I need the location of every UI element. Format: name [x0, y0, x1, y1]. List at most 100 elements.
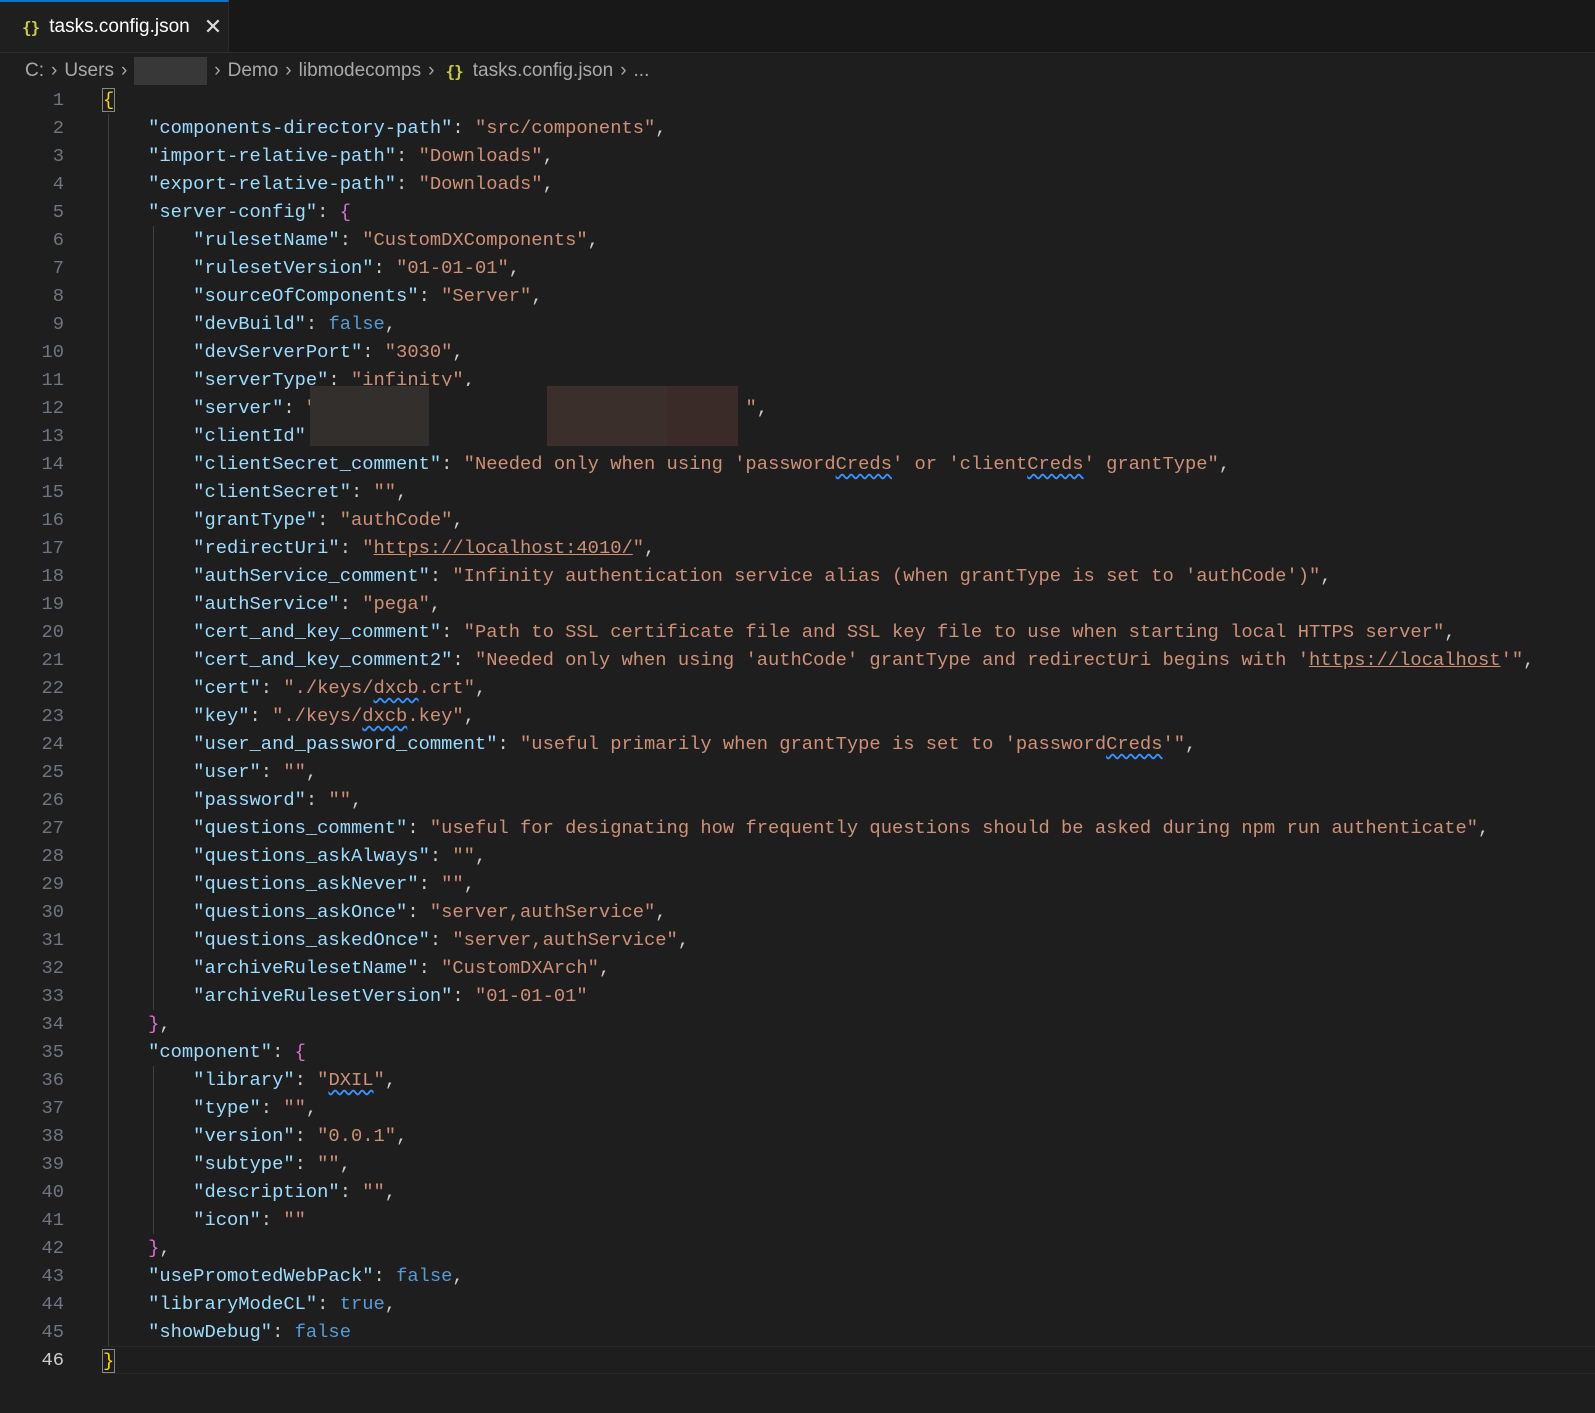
- line-number: 27: [41, 817, 64, 839]
- line-number: 8: [52, 285, 64, 307]
- misspelled-word: Creds: [1106, 733, 1163, 755]
- indent-guide: [152, 1066, 154, 1234]
- brace: }: [101, 1349, 116, 1373]
- line-number: 34: [41, 1013, 64, 1035]
- punctuation: ,: [452, 341, 464, 363]
- json-string: "server,authService": [452, 929, 678, 951]
- code-line: "components-directory-path": "src/compon…: [103, 114, 1595, 142]
- json-string: "authCode": [339, 509, 453, 531]
- json-key: "rulesetVersion": [193, 257, 374, 279]
- json-string: "01-01-01": [474, 985, 588, 1007]
- breadcrumb-item-file[interactable]: tasks.config.json: [473, 60, 613, 82]
- breadcrumb-item-drive[interactable]: C:: [25, 60, 44, 82]
- json-string: "": [317, 1153, 340, 1175]
- breadcrumb-item-demo[interactable]: Demo: [228, 60, 279, 82]
- json-string: "pega": [362, 593, 430, 615]
- json-key: "serverType": [193, 369, 329, 391]
- punctuation: :: [260, 1097, 284, 1119]
- punctuation: ,: [1218, 453, 1231, 475]
- code-line: "questions_askAlways": "",: [103, 842, 1595, 870]
- json-key: "libraryModeCL": [148, 1293, 318, 1315]
- code-line: "import-relative-path": "Downloads",: [103, 142, 1595, 170]
- punctuation: ,: [396, 1125, 408, 1147]
- code-line: "server-config": {: [103, 198, 1595, 226]
- json-string: "": [441, 873, 464, 895]
- line-number: 32: [41, 957, 64, 979]
- line-number: 7: [52, 257, 64, 279]
- breadcrumb: C: › Users › › Demo › libmodecomps › {} task…: [25, 57, 649, 85]
- json-key: "questions_comment": [193, 817, 408, 839]
- line-number: 2: [52, 117, 64, 139]
- breadcrumb-item-libmodecomps[interactable]: libmodecomps: [299, 60, 422, 82]
- chevron-right-icon: ›: [214, 60, 221, 81]
- punctuation: ,: [598, 957, 611, 979]
- brace: }: [148, 1013, 160, 1035]
- punctuation: :: [418, 285, 442, 307]
- punctuation: :: [418, 957, 442, 979]
- line-number: 12: [41, 397, 64, 419]
- punctuation: ,: [396, 481, 408, 503]
- punctuation: ,: [542, 145, 554, 167]
- brace: {: [101, 88, 116, 112]
- json-key: "devBuild": [193, 313, 306, 335]
- code-line: "icon": "": [103, 1206, 1595, 1234]
- code-line: "clientSecret": "",: [103, 478, 1595, 506]
- punctuation: :: [317, 201, 340, 223]
- code-line: "questions_comment": "useful for designa…: [103, 814, 1595, 842]
- punctuation: ,: [531, 285, 543, 307]
- line-number: 42: [41, 1237, 64, 1259]
- indent-guide: [107, 114, 109, 1346]
- line-number: 46: [41, 1349, 64, 1371]
- line-number: 3: [52, 145, 64, 167]
- breadcrumb-item-users[interactable]: Users: [64, 60, 114, 82]
- json-key: "redirectUri": [193, 537, 340, 559]
- link[interactable]: https://localhost:4010/: [374, 537, 633, 559]
- json-string: "3030": [384, 341, 453, 363]
- code-line: "library": "DXIL",: [103, 1066, 1595, 1094]
- code-line: {: [101, 86, 1595, 114]
- punctuation: :: [396, 173, 419, 195]
- json-key: "key": [193, 705, 250, 727]
- punctuation: :: [396, 145, 419, 167]
- json-key: "clientSecret_comment": [193, 453, 442, 475]
- json-string: ": [362, 537, 374, 559]
- punctuation: :: [283, 397, 306, 419]
- link[interactable]: https://localhost: [1309, 649, 1501, 671]
- json-string: "server,authService": [429, 901, 656, 923]
- json-key: "cert": [193, 677, 261, 699]
- json-string: "CustomDXComponents": [362, 229, 588, 251]
- json-key: "subtype": [193, 1153, 295, 1175]
- json-string: "./keys/: [272, 705, 363, 727]
- line-number: 26: [41, 789, 64, 811]
- code-line: }: [101, 1346, 1595, 1374]
- punctuation: :: [452, 117, 475, 139]
- code-line: "subtype": "",: [103, 1150, 1595, 1178]
- code-line: "cert_and_key_comment": "Path to SSL cer…: [103, 618, 1595, 646]
- punctuation: :: [339, 593, 363, 615]
- code-line: "sourceOfComponents": "Server",: [103, 282, 1595, 310]
- code-editor[interactable]: { "components-directory-path": "src/comp…: [101, 86, 1595, 1374]
- line-number: 13: [41, 425, 64, 447]
- json-key: "devServerPort": [193, 341, 363, 363]
- json-key: "library": [193, 1069, 295, 1091]
- close-icon[interactable]: ✕: [204, 14, 222, 40]
- json-boolean: true: [339, 1293, 385, 1315]
- punctuation: ,: [452, 1265, 464, 1287]
- tab-tasks-config-json[interactable]: {} tasks.config.json ✕: [0, 0, 229, 52]
- punctuation: ,: [1478, 817, 1490, 839]
- punctuation: ,: [159, 1237, 171, 1259]
- code-line: "questions_askNever": "",: [103, 870, 1595, 898]
- code-line: "grantType": "authCode",: [103, 506, 1595, 534]
- line-number: 33: [41, 985, 64, 1007]
- chevron-right-icon: ›: [285, 60, 292, 81]
- json-string: "": [328, 789, 351, 811]
- json-key: "export-relative-path": [148, 173, 397, 195]
- breadcrumb-item-symbols[interactable]: ...: [634, 60, 650, 82]
- punctuation: ,: [474, 845, 487, 867]
- json-string: "useful primarily when grantType is set …: [520, 733, 1107, 755]
- line-number-gutter: 1 2 3 4 5 6 7 8 9 10 11 12 13 14 15 16 17 18 19 20 21 22 23 24 2…: [0, 86, 80, 1374]
- punctuation: :: [272, 1041, 295, 1063]
- punctuation: :: [373, 1265, 397, 1287]
- json-braces-icon: {}: [22, 17, 40, 37]
- json-key: "sourceOfComponents": [193, 285, 419, 307]
